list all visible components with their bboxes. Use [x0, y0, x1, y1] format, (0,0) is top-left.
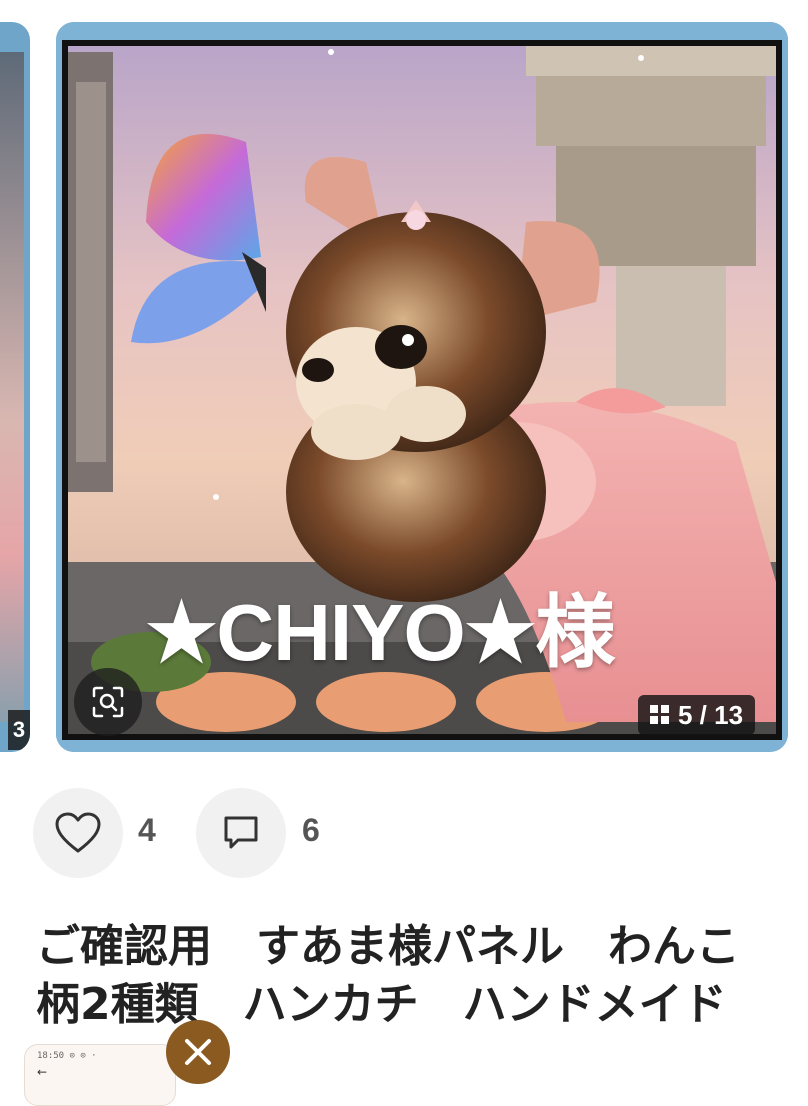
mini-player-status: 18:50 ⊙ ⊙ ·: [37, 1051, 97, 1061]
action-bar: 4 6: [0, 788, 808, 878]
product-title-line-2: 柄2種類 ハンカチ ハンドメイド: [36, 979, 727, 1030]
mini-player[interactable]: 18:50 ⊙ ⊙ · ←: [24, 1044, 176, 1106]
like-count: 4: [138, 812, 156, 848]
close-button[interactable]: [166, 1020, 230, 1084]
previous-image: [0, 52, 24, 722]
product-title-line-1: ご確認用 すあま様パネル わんこ: [36, 921, 740, 972]
zoom-scan-icon: [92, 686, 124, 718]
previous-image-counter: 3: [8, 710, 30, 750]
image-counter-badge: 5 / 13: [638, 695, 756, 735]
grid-icon: [650, 705, 669, 724]
comment-button[interactable]: [196, 788, 286, 878]
like-button[interactable]: [33, 788, 123, 878]
previous-image-card[interactable]: 3: [0, 22, 30, 752]
heart-icon: [55, 812, 101, 853]
comment-icon: [224, 816, 258, 849]
close-icon: [185, 1039, 211, 1065]
back-arrow-icon: ←: [37, 1065, 48, 1079]
image-gallery[interactable]: 3 5 / 13 ★CHIYO★様: [0, 0, 808, 770]
image-caption: ★CHIYO★様: [145, 588, 616, 677]
image-counter-text: 5 / 13: [678, 699, 744, 730]
comment-count: 6: [302, 812, 320, 848]
product-title: ご確認用 すあま様パネル わんこ 柄2種類 ハンカチ ハンドメイド: [36, 918, 808, 1034]
